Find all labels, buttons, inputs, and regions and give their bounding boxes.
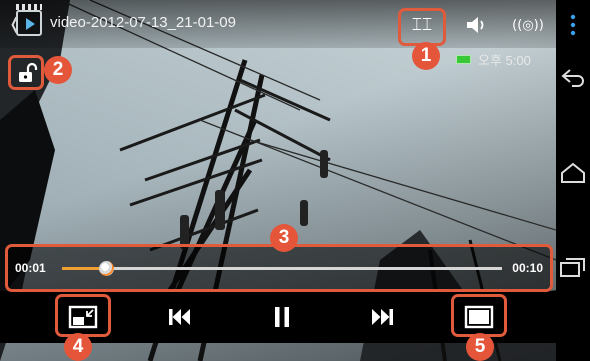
status-time: 오후 5:00 (478, 53, 531, 68)
video-player-app-icon (16, 4, 42, 36)
callout-box-4 (55, 294, 111, 337)
system-nav-bar (556, 0, 590, 361)
callout-badge-4: 4 (64, 333, 92, 361)
home-icon[interactable] (556, 162, 590, 184)
video-player-screen: ❬ video-2012-07-13_21-01-09 ⌶⌶ ((◎)) 오후 … (0, 0, 590, 361)
callout-badge-2: 2 (44, 56, 72, 84)
volume-icon[interactable] (460, 10, 496, 40)
callout-badge-1: 1 (412, 42, 440, 70)
next-icon[interactable] (362, 297, 402, 337)
recent-apps-icon[interactable] (556, 256, 590, 278)
callout-badge-3: 3 (270, 224, 298, 252)
back-icon[interactable] (556, 68, 590, 88)
top-bar: ❬ video-2012-07-13_21-01-09 ⌶⌶ ((◎)) (0, 0, 556, 48)
battery-icon (456, 55, 471, 64)
pause-icon[interactable] (262, 297, 302, 337)
callout-box-2 (8, 55, 44, 90)
wireless-share-icon[interactable]: ((◎)) (508, 10, 548, 40)
status-indicator: 오후 5:00 (456, 50, 531, 69)
callout-badge-5: 5 (466, 333, 494, 361)
callout-box-1 (398, 8, 446, 46)
menu-icon[interactable] (556, 14, 590, 36)
video-title: video-2012-07-13_21-01-09 (50, 14, 236, 31)
previous-icon[interactable] (160, 297, 200, 337)
callout-box-5 (451, 294, 507, 337)
